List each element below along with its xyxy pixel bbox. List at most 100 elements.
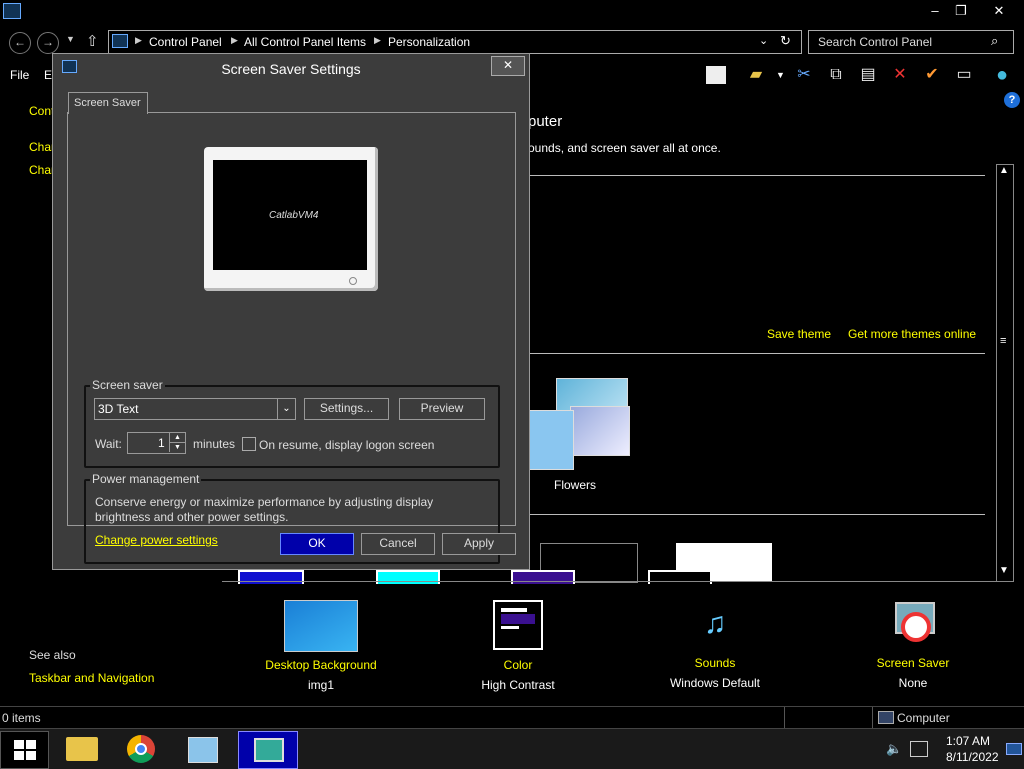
monitor-icon xyxy=(254,738,284,762)
sidebar-home-link[interactable]: Cont xyxy=(29,104,54,118)
search-input[interactable]: Search Control Panel ⌕ xyxy=(808,30,1014,54)
file-explorer-button[interactable] xyxy=(58,731,106,767)
chrome-button[interactable] xyxy=(118,731,166,767)
screen-saver-selected: 3D Text xyxy=(98,402,139,416)
menu-file[interactable]: File xyxy=(10,68,29,82)
tab-label: Screen Saver xyxy=(74,97,141,109)
change-power-settings-link[interactable]: Change power settings xyxy=(95,533,218,547)
color-icon xyxy=(493,600,543,650)
folder-icon xyxy=(66,737,98,761)
breadcrumb-all-items[interactable]: All Control Panel Items xyxy=(244,35,366,49)
layout-icon[interactable] xyxy=(706,66,726,84)
taskbar-navigation-link[interactable]: Taskbar and Navigation xyxy=(29,671,154,685)
color-label: Color xyxy=(503,658,533,672)
page-heading: puter xyxy=(528,113,563,130)
flowers-theme-label: Flowers xyxy=(554,478,597,492)
wait-minutes-stepper[interactable]: 1 ▲ ▼ xyxy=(127,432,186,454)
show-desktop-button[interactable] xyxy=(1006,743,1022,755)
get-more-themes-link[interactable]: Get more themes online xyxy=(848,327,976,341)
restore-button[interactable]: ❐ xyxy=(946,2,976,22)
close-button[interactable]: ✕ xyxy=(984,2,1014,22)
desktop-background-value: img1 xyxy=(307,678,334,692)
preview-button[interactable]: Preview xyxy=(399,398,485,420)
clock-date[interactable]: 8/11/2022 xyxy=(946,750,999,764)
delete-icon[interactable]: ✕ xyxy=(888,64,912,86)
music-notes-icon: ♫ xyxy=(703,607,727,640)
save-theme-link[interactable]: Save theme xyxy=(767,327,831,341)
screen-saver-group: 3D Text ⌄ Settings... Preview Wait: 1 ▲ … xyxy=(84,385,500,468)
app-icon xyxy=(3,3,21,19)
start-button[interactable] xyxy=(0,731,49,769)
address-bar[interactable]: ▶ Control Panel ▶ All Control Panel Item… xyxy=(108,30,802,54)
ok-button[interactable]: OK xyxy=(280,533,354,555)
screen-saver-label: Screen Saver xyxy=(876,656,950,670)
clock-time[interactable]: 1:07 AM xyxy=(946,734,990,748)
paste-icon[interactable]: ▤ xyxy=(856,64,880,86)
sounds-item[interactable]: ♫ Sounds Windows Default xyxy=(645,600,785,690)
see-also-heading: See also xyxy=(29,648,76,662)
views-chevron-icon[interactable]: ▼ xyxy=(776,70,785,80)
search-placeholder: Search Control Panel xyxy=(818,35,933,49)
desktop-background-label: Desktop Background xyxy=(265,658,377,672)
chrome-icon xyxy=(127,735,155,763)
preview-screen: CatlabVM4 xyxy=(213,160,367,270)
scroll-up-icon[interactable]: ▲ xyxy=(999,165,1009,176)
cut-icon[interactable]: ✂ xyxy=(792,64,816,86)
stepper-up-icon[interactable]: ▲ xyxy=(169,433,185,443)
content-border-bottom xyxy=(222,581,996,582)
screen-saver-value: None xyxy=(898,676,928,690)
control-panel-taskbar-button[interactable] xyxy=(178,731,226,767)
properties-folder-icon[interactable]: ▰ xyxy=(744,64,768,86)
globe-icon[interactable]: ● xyxy=(990,64,1014,86)
themes-scrollbar[interactable]: ▲ ≡ ▼ xyxy=(996,164,1014,582)
color-item[interactable]: Color High Contrast xyxy=(448,600,588,692)
logon-screen-label[interactable]: On resume, display logon screen xyxy=(259,438,434,452)
scroll-down-icon[interactable]: ▼ xyxy=(999,565,1009,576)
logon-screen-checkbox[interactable] xyxy=(242,437,256,451)
breadcrumb-personalization[interactable]: Personalization xyxy=(388,35,470,49)
screen-saver-item[interactable]: Screen Saver None xyxy=(843,600,983,690)
checkmark-icon[interactable]: ✔ xyxy=(920,64,944,86)
breadcrumb-control-panel[interactable]: Control Panel xyxy=(149,35,222,49)
cancel-button[interactable]: Cancel xyxy=(361,533,435,555)
computer-icon xyxy=(878,711,894,724)
search-icon[interactable]: ⌕ xyxy=(991,33,998,49)
item-count: 0 items xyxy=(2,711,41,725)
power-management-group-label: Power management xyxy=(90,472,202,486)
stepper-down-icon[interactable]: ▼ xyxy=(169,443,185,452)
copy-icon[interactable]: ⧉ xyxy=(824,64,848,86)
refresh-icon[interactable]: ↻ xyxy=(780,33,791,49)
no-screen-saver-icon xyxy=(891,600,935,644)
menu-edit[interactable]: E xyxy=(44,68,52,82)
dialog-title-bar[interactable]: Screen Saver Settings ✕ xyxy=(53,54,529,82)
network-icon[interactable] xyxy=(910,741,928,757)
address-dropdown-icon[interactable]: ⌄ xyxy=(759,34,768,47)
screen-saver-select[interactable]: 3D Text ⌄ xyxy=(94,398,296,420)
forward-button[interactable]: → xyxy=(37,32,59,54)
dropdown-chevron-icon[interactable]: ⌄ xyxy=(277,399,295,419)
divider xyxy=(528,514,985,515)
volume-muted-icon[interactable]: 🔈 xyxy=(886,741,902,757)
flowers-image-mid xyxy=(570,406,630,456)
back-button[interactable]: ← xyxy=(9,32,31,54)
settings-button[interactable]: Settings... xyxy=(304,398,389,420)
status-divider xyxy=(784,707,785,729)
tab-screen-saver[interactable]: Screen Saver xyxy=(68,92,148,114)
desktop-background-item[interactable]: Desktop Background img1 xyxy=(251,600,391,692)
address-row: ← → ▼ ⇧ ▶ Control Panel ▶ All Control Pa… xyxy=(0,28,1024,56)
help-icon[interactable]: ? xyxy=(1004,92,1020,108)
rename-icon[interactable]: ▭ xyxy=(952,64,976,86)
control-panel-taskbar-icon xyxy=(188,737,218,763)
recent-pages-chevron-icon[interactable]: ▼ xyxy=(66,34,75,44)
flowers-theme-thumbnail[interactable]: Flowers xyxy=(526,374,630,492)
up-button[interactable]: ⇧ xyxy=(86,32,99,50)
divider xyxy=(528,353,985,354)
sounds-label: Sounds xyxy=(694,656,736,670)
dialog-title: Screen Saver Settings xyxy=(221,61,361,77)
screen-saver-taskbar-button[interactable] xyxy=(238,731,298,769)
apply-button[interactable]: Apply xyxy=(442,533,516,555)
status-bar: 0 items Computer xyxy=(0,706,1024,729)
dialog-close-button[interactable]: ✕ xyxy=(491,56,525,76)
scroll-thumb[interactable]: ≡ xyxy=(1000,335,1006,347)
control-panel-icon xyxy=(112,34,128,48)
